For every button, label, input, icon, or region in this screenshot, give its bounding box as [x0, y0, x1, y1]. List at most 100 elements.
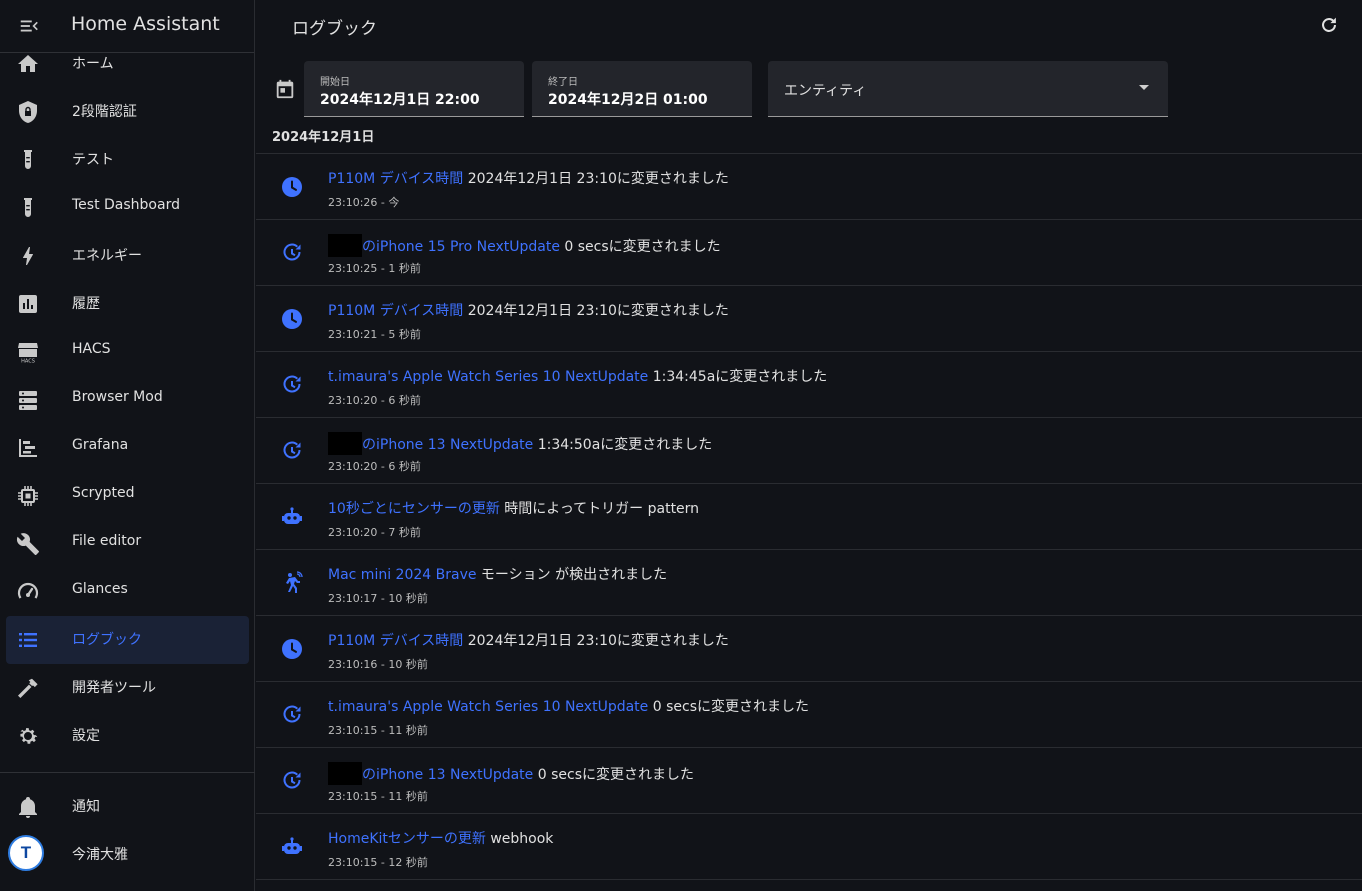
avatar-initials: T: [20, 843, 32, 862]
sidebar-item-9[interactable]: Scrypted: [0, 472, 255, 520]
logbook-entry: 10秒ごとにセンサーの更新 時間によってトリガー pattern 23:10:20…: [256, 484, 1362, 550]
entry-timestamp: 23:10:20 - 6 秒前: [328, 394, 421, 407]
main-content: ログブック 開始日 2024年12月1日 22:00 終了日 2024年12月2…: [256, 0, 1362, 891]
logbook-entry: t.imaura's Apple Watch Series 10 NextUpd…: [256, 352, 1362, 418]
sidebar-item-0[interactable]: ホーム: [0, 40, 255, 88]
home-icon: [16, 52, 40, 76]
entry-line: のiPhone 13 NextUpdate 1:34:50aに変更されました: [328, 432, 712, 455]
entry-message: webhook: [485, 831, 554, 847]
entry-entity-link[interactable]: 10秒ごとにセンサーの更新: [328, 501, 500, 517]
entry-line: P110M デバイス時間 2024年12月1日 23:10に変更されました: [328, 300, 729, 320]
update-icon: [280, 241, 304, 265]
sidebar-item-12[interactable]: ログブック: [6, 616, 249, 664]
sidebar-item-8[interactable]: Grafana: [0, 424, 255, 472]
logbook-entry: のiPhone 13 NextUpdate 0 secsに変更されました 23:1…: [256, 748, 1362, 814]
entity-placeholder: エンティティ: [784, 83, 867, 99]
sidebar-item-label: 通知: [72, 799, 100, 815]
app-title: Home Assistant: [71, 13, 220, 35]
calendar-icon[interactable]: [274, 78, 296, 100]
hacs-icon: [16, 340, 40, 364]
refresh-icon[interactable]: [1318, 14, 1340, 36]
sidebar-item-11[interactable]: Glances: [0, 568, 255, 616]
sidebar-bottom: 通知 T 今浦大雅: [0, 783, 255, 879]
sidebar-item-1[interactable]: 2段階認証: [0, 88, 255, 136]
entry-timestamp: 23:10:20 - 7 秒前: [328, 526, 421, 539]
entry-entity-link[interactable]: のiPhone 13 NextUpdate: [362, 437, 533, 453]
start-date-field[interactable]: 開始日 2024年12月1日 22:00: [304, 61, 524, 117]
sidebar-item-10[interactable]: File editor: [0, 520, 255, 568]
logbook-list: P110M デバイス時間 2024年12月1日 23:10に変更されました 23:…: [256, 153, 1362, 880]
sidebar-item-label: Glances: [72, 581, 128, 597]
test-tube-icon: [16, 196, 40, 220]
sidebar-item-label: 開発者ツール: [72, 680, 156, 696]
entry-message: 2024年12月1日 23:10に変更されました: [463, 633, 729, 649]
entry-entity-link[interactable]: のiPhone 13 NextUpdate: [362, 767, 533, 783]
update-icon: [280, 703, 304, 727]
entry-message: 1:34:50aに変更されました: [533, 437, 713, 453]
sidebar-item-label: Test Dashboard: [72, 197, 180, 213]
start-date-value: 2024年12月1日 22:00: [320, 92, 480, 108]
sidebar-item-label: Grafana: [72, 437, 129, 453]
entry-entity-link[interactable]: t.imaura's Apple Watch Series 10 NextUpd…: [328, 699, 648, 715]
sidebar-item-label: HACS: [72, 341, 111, 357]
sidebar-item-4[interactable]: エネルギー: [0, 232, 255, 280]
entry-line: P110M デバイス時間 2024年12月1日 23:10に変更されました: [328, 168, 729, 188]
logbook-entry: Mac mini 2024 Brave モーション が検出されました 23:10:…: [256, 550, 1362, 616]
entry-timestamp: 23:10:15 - 11 秒前: [328, 724, 428, 737]
sidebar-item-14[interactable]: 設定: [0, 712, 255, 760]
entry-entity-link[interactable]: Mac mini 2024 Brave: [328, 567, 476, 583]
format-list-bulleted-icon: [16, 628, 40, 652]
sidebar-item-2[interactable]: テスト: [0, 136, 255, 184]
sidebar-item-5[interactable]: 履歴: [0, 280, 255, 328]
sidebar-item-label: Browser Mod: [72, 389, 163, 405]
entry-entity-link[interactable]: P110M デバイス時間: [328, 303, 463, 319]
wrench-icon: [16, 532, 40, 556]
entry-timestamp: 23:10:17 - 10 秒前: [328, 592, 428, 605]
entry-message: 2024年12月1日 23:10に変更されました: [463, 303, 729, 319]
logbook-entry: P110M デバイス時間 2024年12月1日 23:10に変更されました 23:…: [256, 286, 1362, 352]
chart-gantt-icon: [16, 436, 40, 460]
sidebar-item-13[interactable]: 開発者ツール: [0, 664, 255, 712]
entry-line: Mac mini 2024 Brave モーション が検出されました: [328, 564, 667, 584]
update-icon: [280, 373, 304, 397]
sidebar-item-label: File editor: [72, 533, 142, 549]
entry-entity-link[interactable]: HomeKitセンサーの更新: [328, 831, 486, 847]
avatar: T: [8, 835, 44, 871]
sidebar-item-label: 設定: [72, 728, 100, 744]
server-icon: [16, 388, 40, 412]
sidebar-item-label: ホーム: [72, 56, 114, 72]
logbook-entry: t.imaura's Apple Watch Series 10 NextUpd…: [256, 682, 1362, 748]
entry-timestamp: 23:10:25 - 1 秒前: [328, 262, 421, 275]
entry-entity-link[interactable]: P110M デバイス時間: [328, 633, 463, 649]
entry-entity-link[interactable]: P110M デバイス時間: [328, 171, 463, 187]
chart-box-icon: [16, 292, 40, 316]
update-icon: [280, 769, 304, 793]
date-heading: 2024年12月1日: [272, 130, 375, 145]
menu-collapse-icon[interactable]: [18, 15, 40, 37]
speedometer-icon: [16, 580, 40, 604]
entry-line: P110M デバイス時間 2024年12月1日 23:10に変更されました: [328, 630, 729, 650]
dropdown-arrow-icon[interactable]: [1139, 85, 1149, 90]
entry-timestamp: 23:10:15 - 12 秒前: [328, 856, 428, 869]
entry-line: 10秒ごとにセンサーの更新 時間によってトリガー pattern: [328, 498, 699, 518]
entry-message: 2024年12月1日 23:10に変更されました: [463, 171, 729, 187]
end-date-value: 2024年12月2日 01:00: [548, 92, 708, 108]
sidebar-item-profile[interactable]: T 今浦大雅: [0, 831, 255, 879]
entry-message: 1:34:45aに変更されました: [648, 369, 828, 385]
entry-entity-link[interactable]: のiPhone 15 Pro NextUpdate: [362, 239, 560, 255]
update-icon: [280, 439, 304, 463]
entry-message: モーション が検出されました: [476, 567, 668, 583]
end-date-field[interactable]: 終了日 2024年12月2日 01:00: [532, 61, 752, 117]
sidebar-item-label: エネルギー: [72, 248, 142, 264]
sidebar-item-6[interactable]: HACS: [0, 328, 255, 376]
sidebar-item-7[interactable]: Browser Mod: [0, 376, 255, 424]
sidebar-item-label: ログブック: [72, 632, 142, 648]
motion-sensor-icon: [280, 571, 304, 595]
entity-picker[interactable]: エンティティ: [768, 61, 1168, 117]
entry-entity-link[interactable]: t.imaura's Apple Watch Series 10 NextUpd…: [328, 369, 648, 385]
logbook-entry: P110M デバイス時間 2024年12月1日 23:10に変更されました 23:…: [256, 616, 1362, 682]
sidebar-item-notifications[interactable]: 通知: [0, 783, 255, 831]
entry-line: t.imaura's Apple Watch Series 10 NextUpd…: [328, 366, 827, 386]
sidebar-item-3[interactable]: Test Dashboard: [0, 184, 255, 232]
hammer-icon: [16, 676, 40, 700]
